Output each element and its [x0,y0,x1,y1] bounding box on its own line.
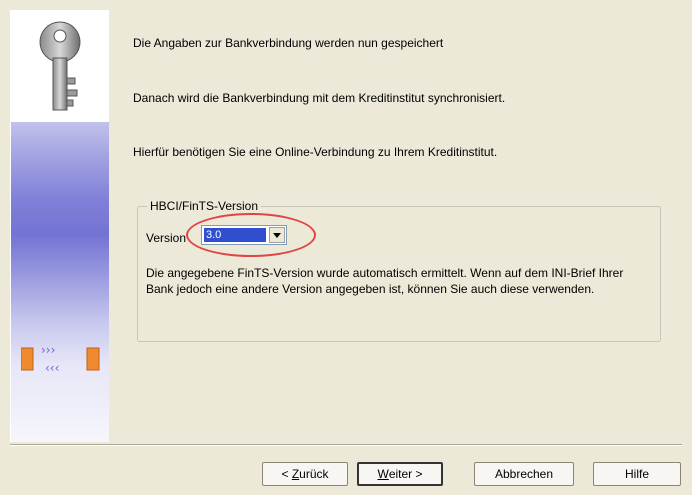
svg-text:‹‹‹: ‹‹‹ [45,361,59,375]
key-icon [39,21,81,111]
intro-line-1: Die Angaben zur Bankverbindung werden nu… [133,36,444,50]
version-dropdown-button[interactable] [269,227,285,243]
intro-line-2: Danach wird die Bankverbindung mit dem K… [133,91,506,105]
back-button[interactable]: < Zurück [262,462,348,486]
svg-text:›››: ››› [41,343,55,357]
version-label: Version [146,231,187,245]
hbci-version-group: HBCI/FinTS-Version Version 3.0 Die angeg… [137,199,661,342]
version-description: Die angegebene FinTS-Version wurde autom… [146,266,624,296]
wizard-banner: ››› ‹‹‹ [10,10,109,442]
version-select[interactable]: 3.0 [201,225,287,245]
dropdown-arrow-icon [273,232,281,238]
version-select-value: 3.0 [204,228,266,242]
transfer-arrows-icon: ››› ‹‹‹ [21,343,100,375]
back-button-mnemonic: Z [291,467,300,481]
next-button[interactable]: Weiter > [357,462,443,486]
button-separator [10,444,682,446]
transfer-panel: ››› ‹‹‹ [11,310,109,400]
next-button-rest: eiter > [388,467,423,481]
back-button-rest: urück [299,467,329,481]
key-panel [11,10,109,122]
intro-line-3: Hierfür benötigen Sie eine Online-Verbin… [133,145,498,159]
help-button[interactable]: Hilfe [593,462,681,486]
cancel-button[interactable]: Abbrechen [474,462,574,486]
group-title: HBCI/FinTS-Version [147,199,262,213]
back-button-prefix: < [281,467,292,481]
next-button-mnemonic: W [377,467,389,481]
